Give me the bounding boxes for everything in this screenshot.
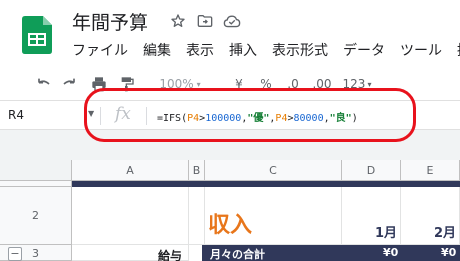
print-icon[interactable] xyxy=(88,75,110,93)
cell-d3-value: ¥0 xyxy=(383,246,399,259)
cloud-saved-icon[interactable] xyxy=(222,11,242,31)
paint-format-icon[interactable] xyxy=(116,75,138,93)
formula-token: P4 xyxy=(187,113,200,124)
move-to-folder-icon[interactable] xyxy=(195,11,215,31)
column-header-a[interactable]: A xyxy=(72,160,189,181)
formula-token: 80000 xyxy=(293,113,324,124)
undo-icon[interactable] xyxy=(33,75,53,93)
menu-bar: ファイル 編集 表示 挿入 表示形式 データ ツール 拡 xyxy=(72,40,460,60)
column-header-b[interactable]: B xyxy=(189,160,205,181)
divider xyxy=(100,107,101,125)
formula-token: ) xyxy=(351,113,358,124)
toolbar: 100% ▾ ¥ % .0 .00 123 ▾ xyxy=(0,68,460,100)
column-header-e[interactable]: E xyxy=(401,160,460,181)
income-heading: 収入 xyxy=(208,213,253,238)
document-title[interactable]: 年間予算 xyxy=(72,8,148,35)
sheet-gray-area xyxy=(0,130,460,160)
monthly-total-label: 月々の合計 xyxy=(210,248,265,261)
collapse-row-group-icon[interactable]: − xyxy=(8,247,22,261)
menu-view[interactable]: 表示 xyxy=(186,40,214,60)
menu-data[interactable]: データ xyxy=(343,40,385,60)
function-icon: fx xyxy=(115,104,131,124)
menu-tools[interactable]: ツール xyxy=(400,40,442,60)
increase-decimal-button[interactable]: .00 xyxy=(309,75,335,93)
cell-b2[interactable] xyxy=(189,187,205,245)
percent-format-button[interactable]: % xyxy=(259,75,273,93)
salary-label: 給与 xyxy=(158,249,183,261)
menu-format[interactable]: 表示形式 xyxy=(272,40,328,60)
zoom-select[interactable]: 100% ▾ xyxy=(159,75,200,93)
formula-token: 100000 xyxy=(205,113,242,124)
month-header-jan: 1月 xyxy=(375,226,398,241)
decrease-decimal-button[interactable]: .0 xyxy=(283,75,303,93)
more-formats-select[interactable]: 123 ▾ xyxy=(340,75,374,93)
row-header-2[interactable]: 2 xyxy=(0,187,72,245)
sheets-logo-icon[interactable] xyxy=(22,16,52,54)
divider xyxy=(146,107,147,125)
formula-token: "優" xyxy=(247,113,270,124)
formula-bar: R4 ▼ fx =IFS(P4>100000,"優",P4>80000,"良") xyxy=(0,100,460,130)
cell-a2[interactable] xyxy=(72,187,189,245)
app-header: 年間予算 ファイル 編集 表示 挿入 表示形式 データ ツール 拡 xyxy=(0,0,460,64)
month-header-feb: 2月 xyxy=(434,226,457,241)
name-box[interactable]: R4 xyxy=(8,108,24,122)
name-box-dropdown-icon[interactable]: ▼ xyxy=(88,109,94,118)
select-all-corner[interactable] xyxy=(0,160,72,181)
menu-insert[interactable]: 挿入 xyxy=(229,40,257,60)
currency-format-button[interactable]: ¥ xyxy=(232,75,246,93)
column-header-c[interactable]: C xyxy=(205,160,342,181)
star-icon[interactable] xyxy=(168,11,188,31)
cell-e3-value: ¥0 xyxy=(441,246,457,259)
menu-file[interactable]: ファイル xyxy=(72,40,128,60)
formula-input[interactable]: =IFS(P4>100000,"優",P4>80000,"良") xyxy=(157,109,358,124)
formula-token: =IFS( xyxy=(157,113,188,124)
formula-token: P4 xyxy=(275,113,288,124)
redo-icon[interactable] xyxy=(60,75,80,93)
formula-token: "良" xyxy=(329,113,352,124)
column-header-d[interactable]: D xyxy=(342,160,401,181)
row-number: 3 xyxy=(32,247,39,260)
menu-edit[interactable]: 編集 xyxy=(143,40,171,60)
